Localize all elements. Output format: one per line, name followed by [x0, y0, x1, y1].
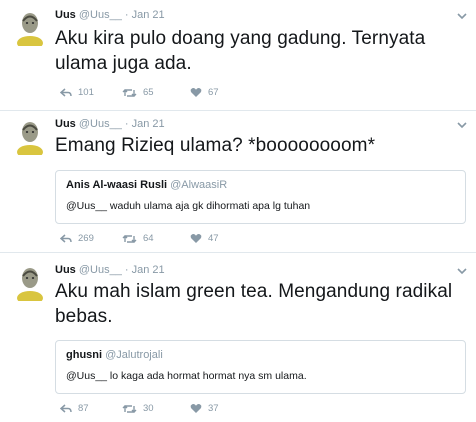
tweet[interactable]: Uus @Uus__ · Jan 21 Emang Rizieq ulama? … — [0, 111, 476, 251]
display-name[interactable]: Uus — [55, 118, 76, 130]
reply-count: 269 — [78, 233, 94, 244]
handle[interactable]: @Uus__ — [79, 264, 122, 276]
reply-button[interactable]: 101 — [60, 87, 94, 98]
heart-icon — [190, 234, 202, 243]
separator: · — [124, 264, 129, 276]
quoted-tweet[interactable]: Anis Al-waasi Rusli @AlwaasiR @Uus__ wad… — [55, 170, 466, 224]
like-button[interactable]: 37 — [190, 403, 219, 414]
tweet-header: Uus @Uus__ · Jan 21 — [55, 264, 165, 276]
heart-icon — [190, 404, 202, 413]
retweet-button[interactable]: 30 — [122, 403, 154, 414]
quoted-handle: @AlwaasiR — [170, 179, 228, 191]
like-button[interactable]: 67 — [190, 87, 219, 98]
tweet-actions: 101 65 67 — [60, 87, 260, 101]
reply-count: 101 — [78, 87, 94, 98]
like-count: 37 — [208, 403, 219, 414]
tweet[interactable]: Uus @Uus__ · Jan 21 Aku mah islam green … — [0, 253, 476, 422]
tweet-text: Emang Rizieq ulama? *boooooooom* — [55, 135, 376, 156]
tweet-actions: 87 30 37 — [60, 403, 260, 417]
separator: · — [124, 118, 129, 130]
display-name[interactable]: Uus — [55, 264, 76, 276]
tweet-text: Aku mah islam green tea. Mengandung radi… — [55, 281, 453, 327]
handle[interactable]: @Uus__ — [79, 9, 122, 21]
timestamp[interactable]: Jan 21 — [132, 264, 165, 276]
quoted-display-name: ghusni — [66, 349, 103, 361]
timestamp[interactable]: Jan 21 — [132, 118, 165, 130]
tweet-header: Uus @Uus__ · Jan 21 — [55, 118, 165, 130]
reply-button[interactable]: 87 — [60, 403, 89, 414]
retweet-button[interactable]: 65 — [122, 87, 154, 98]
retweet-icon — [122, 88, 137, 97]
reply-icon — [60, 403, 72, 413]
avatar[interactable] — [14, 265, 46, 301]
avatar[interactable] — [14, 10, 46, 46]
tweet-text: Aku kira pulo doang yang gadung. Ternyat… — [55, 28, 426, 74]
quoted-display-name: Anis Al-waasi Rusli — [66, 179, 168, 191]
retweet-icon — [122, 234, 137, 243]
retweet-button[interactable]: 64 — [122, 233, 154, 244]
retweet-count: 64 — [143, 233, 154, 244]
like-button[interactable]: 47 — [190, 233, 219, 244]
timestamp[interactable]: Jan 21 — [132, 9, 165, 21]
tweet-header: Uus @Uus__ · Jan 21 — [55, 9, 165, 21]
reply-button[interactable]: 269 — [60, 233, 94, 244]
chevron-down-icon[interactable] — [457, 121, 467, 129]
reply-icon — [60, 233, 72, 243]
quoted-text: @Uus__ waduh ulama aja gk dihormati apa … — [66, 200, 311, 212]
chevron-down-icon[interactable] — [457, 267, 467, 275]
retweet-count: 30 — [143, 403, 154, 414]
tweet-actions: 269 64 47 — [60, 233, 260, 247]
display-name[interactable]: Uus — [55, 9, 76, 21]
quoted-handle: @Jalutrojali — [105, 349, 163, 361]
reply-count: 87 — [78, 403, 89, 414]
retweet-icon — [122, 404, 137, 413]
tweet[interactable]: Uus @Uus__ · Jan 21 Aku kira pulo doang … — [0, 0, 476, 110]
avatar[interactable] — [14, 119, 46, 155]
handle[interactable]: @Uus__ — [79, 118, 122, 130]
separator: · — [124, 9, 129, 21]
retweet-count: 65 — [143, 87, 154, 98]
quoted-tweet[interactable]: ghusni @Jalutrojali @Uus__ lo kaga ada h… — [55, 340, 466, 394]
like-count: 47 — [208, 233, 219, 244]
quoted-text: @Uus__ lo kaga ada hormat hormat nya sm … — [66, 370, 307, 382]
chevron-down-icon[interactable] — [457, 12, 467, 20]
like-count: 67 — [208, 87, 219, 98]
heart-icon — [190, 88, 202, 97]
reply-icon — [60, 87, 72, 97]
